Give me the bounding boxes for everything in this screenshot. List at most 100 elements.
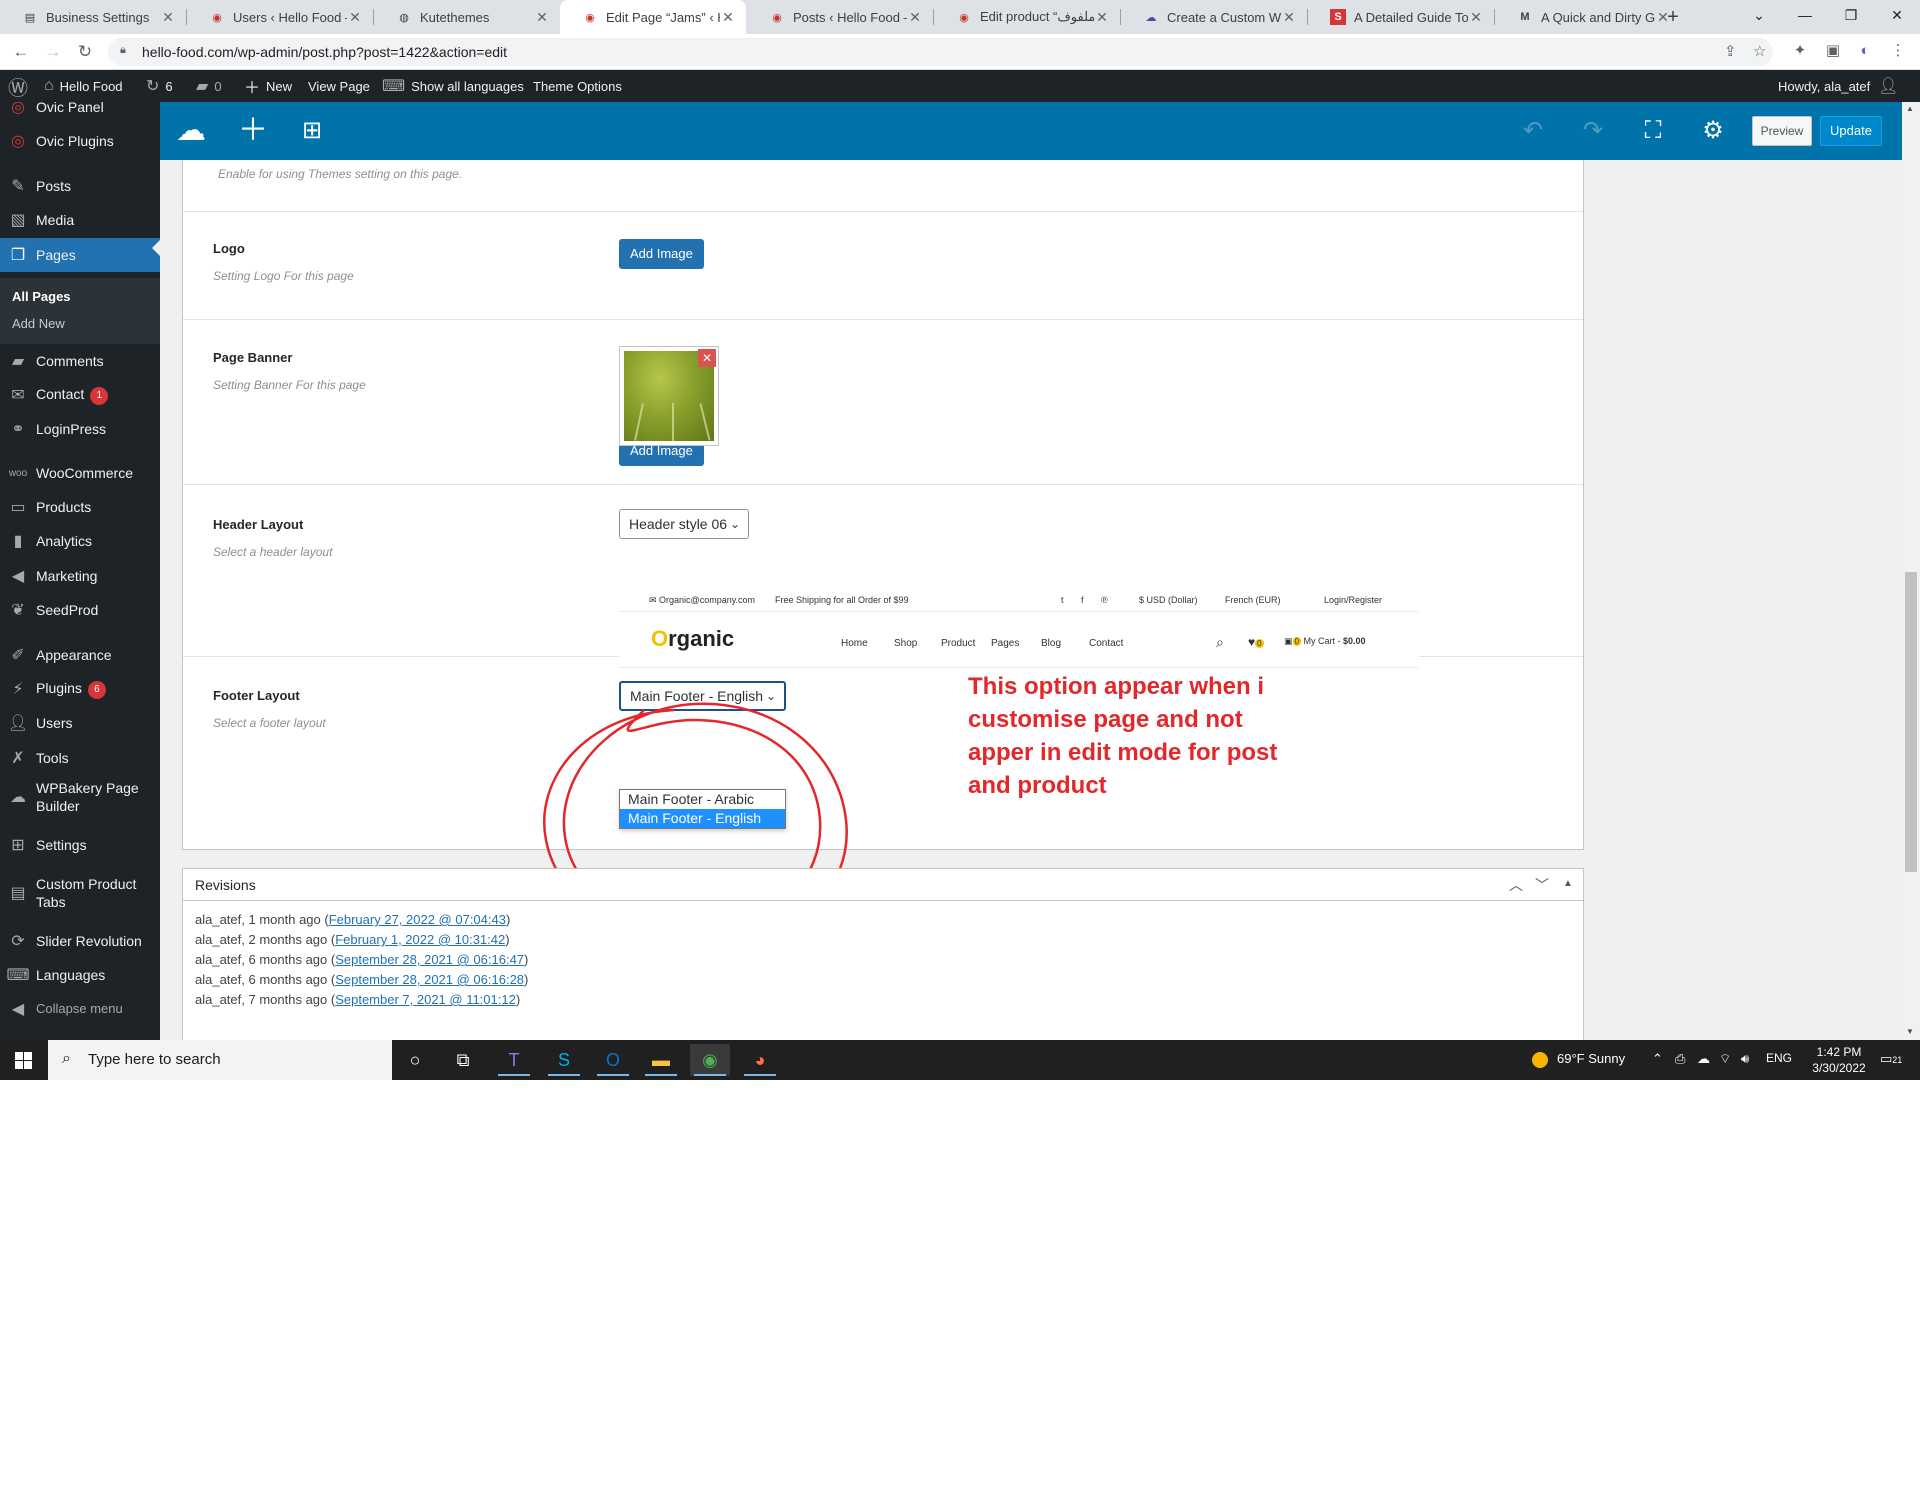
- tab-kutethemes[interactable]: ◍ Kutethemes ✕: [374, 0, 560, 34]
- wpbakery-logo-icon[interactable]: ☁: [176, 116, 206, 146]
- move-up-icon[interactable]: ︿: [1509, 875, 1523, 895]
- submenu-add-new[interactable]: Add New: [12, 316, 65, 331]
- volume-icon[interactable]: 🔊︎: [1741, 1051, 1749, 1067]
- tab-business-settings[interactable]: ▤ Business Settings ✕: [0, 0, 186, 34]
- sidebar-item-wpbakery[interactable]: ☁ WPBakery Page Builder: [0, 775, 160, 819]
- sidebar-item-users[interactable]: 👤︎ Users: [0, 706, 160, 740]
- sidebar-item-appearance[interactable]: ✐ Appearance: [0, 638, 160, 672]
- revision-link[interactable]: February 27, 2022 @ 07:04:43: [329, 912, 506, 927]
- fullscreen-icon[interactable]: ⛶: [1638, 116, 1668, 146]
- gear-icon[interactable]: ⚙: [1698, 116, 1728, 146]
- task-view-icon[interactable]: ⧉: [443, 1044, 483, 1076]
- view-page-link[interactable]: View Page: [308, 70, 370, 102]
- show-all-languages-link[interactable]: ⌨ Show all languages: [382, 70, 524, 102]
- close-icon[interactable]: ✕: [347, 9, 363, 26]
- back-icon[interactable]: ←: [10, 41, 32, 63]
- revision-link[interactable]: September 28, 2021 @ 06:16:28: [335, 972, 524, 987]
- new-content-link[interactable]: ＋ New: [244, 70, 292, 102]
- sidebar-item-comments[interactable]: ▰ Comments: [0, 344, 160, 378]
- logo-add-image-button[interactable]: Add Image: [619, 239, 704, 269]
- close-icon[interactable]: ✕: [160, 9, 176, 26]
- revision-link[interactable]: September 7, 2021 @ 11:01:12: [335, 992, 516, 1007]
- windows-start-icon[interactable]: [0, 1040, 48, 1080]
- sidebar-item-analytics[interactable]: ▮ Analytics: [0, 524, 160, 558]
- skype-icon[interactable]: S: [544, 1044, 584, 1076]
- sidebar-item-pages[interactable]: ❐ Pages: [0, 238, 160, 272]
- preview-button[interactable]: Preview: [1752, 116, 1812, 146]
- reload-icon[interactable]: ↻: [74, 41, 96, 63]
- sidebar-item-languages[interactable]: ⌨ Languages: [0, 958, 160, 992]
- tab-edit-page[interactable]: ◉ Edit Page “Jams” ‹ Hello Food ✕: [560, 0, 746, 34]
- close-icon[interactable]: ✕: [720, 9, 736, 26]
- sidebar-item-ovic-plugins[interactable]: ◎ Ovic Plugins: [0, 124, 160, 158]
- restore-button[interactable]: ❐: [1828, 0, 1874, 30]
- sidebar-item-posts[interactable]: ✎ Posts: [0, 169, 160, 203]
- scroll-up-icon[interactable]: ▲: [1906, 104, 1914, 113]
- new-tab-button[interactable]: +: [1662, 6, 1684, 28]
- cortana-icon[interactable]: ○: [395, 1044, 435, 1076]
- onedrive-icon[interactable]: ☁: [1697, 1051, 1710, 1067]
- move-down-icon[interactable]: ﹀: [1535, 875, 1549, 895]
- templates-layout-icon[interactable]: ⊞: [297, 116, 327, 146]
- sidebar-item-ovic-panel[interactable]: ◎ Ovic Panel: [0, 102, 160, 124]
- theme-options-link[interactable]: Theme Options: [533, 70, 622, 102]
- update-button[interactable]: Update: [1820, 116, 1882, 146]
- sidebar-item-slider-revolution[interactable]: ⟳ Slider Revolution: [0, 924, 160, 958]
- close-icon[interactable]: ✕: [1094, 9, 1110, 26]
- network-device-icon[interactable]: ⎙: [1675, 1051, 1685, 1067]
- header-layout-select[interactable]: Header style 06 ⌄: [619, 509, 749, 539]
- tab-posts[interactable]: ◉ Posts ‹ Hello Food — WordPress ✕: [747, 0, 933, 34]
- extensions-puzzle-icon[interactable]: ✦: [1790, 41, 1810, 61]
- scrollbar-thumb[interactable]: [1905, 572, 1917, 872]
- minimize-button[interactable]: —: [1782, 0, 1828, 30]
- file-explorer-icon[interactable]: ▬: [641, 1044, 681, 1076]
- tab-edit-product[interactable]: ◉ Edit product “الملفوف” ✕: [934, 0, 1120, 34]
- sidebar-item-contact[interactable]: ✉ Contact 1: [0, 378, 160, 412]
- banner-thumbnail[interactable]: ✕: [619, 346, 719, 446]
- add-element-plus-icon[interactable]: ＋: [238, 116, 268, 146]
- scroll-down-icon[interactable]: ▼: [1906, 1027, 1914, 1036]
- revision-link[interactable]: February 1, 2022 @ 10:31:42: [335, 932, 505, 947]
- share-icon[interactable]: ⇪: [1724, 42, 1737, 60]
- teams-icon[interactable]: T: [494, 1044, 534, 1076]
- close-icon[interactable]: ✕: [1468, 9, 1484, 26]
- page-scrollbar[interactable]: ▲ ▼: [1902, 102, 1920, 1040]
- tab-users[interactable]: ◉ Users ‹ Hello Food — WordPress ✕: [187, 0, 373, 34]
- sidebar-item-loginpress[interactable]: ⚭ LoginPress: [0, 412, 160, 446]
- sidebar-item-plugins[interactable]: ⚡︎ Plugins 6: [0, 672, 160, 706]
- tab-detailed-guide[interactable]: S A Detailed Guide To A ✕: [1308, 0, 1494, 34]
- collapse-toggle-icon[interactable]: ▲: [1563, 878, 1573, 889]
- chrome-icon[interactable]: ◉: [690, 1044, 730, 1076]
- undo-icon[interactable]: ↶: [1518, 116, 1548, 146]
- remove-banner-icon[interactable]: ✕: [698, 349, 716, 367]
- sidebar-item-products[interactable]: ▭ Products: [0, 490, 160, 524]
- firefox-icon[interactable]: ◕: [740, 1044, 780, 1076]
- close-icon[interactable]: ✕: [1281, 9, 1297, 26]
- tray-overflow-icon[interactable]: ⌃: [1652, 1051, 1663, 1067]
- sidebar-item-settings[interactable]: ⊞ Settings: [0, 828, 160, 862]
- chrome-menu-icon[interactable]: ⋮: [1888, 41, 1908, 61]
- notifications-icon[interactable]: ▭21: [1880, 1051, 1902, 1067]
- weather-text[interactable]: 69°F Sunny: [1557, 1051, 1625, 1066]
- updates-link[interactable]: ↻ 6: [146, 70, 173, 102]
- sidebar-item-marketing[interactable]: ◀ Marketing: [0, 559, 160, 593]
- my-account-link[interactable]: Howdy, ala_atef 👤︎: [1778, 70, 1899, 102]
- sidebar-item-seedprod[interactable]: ❦ SeedProd: [0, 593, 160, 627]
- collapse-menu-button[interactable]: ◀ Collapse menu: [0, 992, 160, 1026]
- sidebar-item-media[interactable]: ▧ Media: [0, 203, 160, 237]
- forward-icon[interactable]: →: [42, 41, 64, 63]
- system-clock[interactable]: 1:42 PM 3/30/2022: [1806, 1044, 1872, 1076]
- site-name-link[interactable]: ⌂ Hello Food: [44, 70, 123, 102]
- taskbar-search-input[interactable]: ⌕ Type here to search: [48, 1040, 392, 1080]
- profile-avatar-icon[interactable]: ◐: [1855, 41, 1875, 61]
- comments-link[interactable]: ▰ 0: [196, 70, 222, 102]
- wifi-icon[interactable]: ⌔: [1719, 1051, 1731, 1067]
- outlook-icon[interactable]: O: [593, 1044, 633, 1076]
- input-language[interactable]: ENG: [1766, 1051, 1792, 1065]
- sidebar-panel-icon[interactable]: ▣: [1823, 41, 1843, 61]
- sidebar-item-custom-product-tabs[interactable]: ▤ Custom Product Tabs: [0, 871, 160, 915]
- sidebar-item-woocommerce[interactable]: woo WooCommerce: [0, 456, 160, 490]
- tab-quick-guide[interactable]: M A Quick and Dirty Guide ✕: [1495, 0, 1681, 34]
- sidebar-item-tools[interactable]: ✗ Tools: [0, 741, 160, 775]
- redo-icon[interactable]: ↷: [1578, 116, 1608, 146]
